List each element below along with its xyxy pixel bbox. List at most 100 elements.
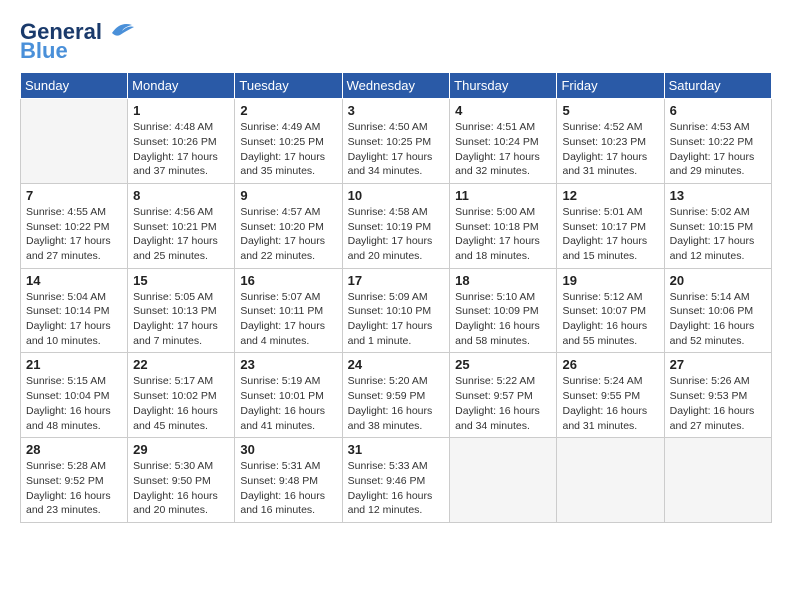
logo-bird-icon: [104, 19, 136, 41]
weekday-sunday: Sunday: [21, 73, 128, 99]
day-info: Sunrise: 5:19 AM Sunset: 10:01 PM Daylig…: [240, 374, 336, 433]
calendar-cell: 28 Sunrise: 5:28 AM Sunset: 9:52 PM Dayli…: [21, 438, 128, 523]
calendar-cell: 12 Sunrise: 5:01 AM Sunset: 10:17 PM Dayl…: [557, 183, 664, 268]
day-number: 15: [133, 273, 229, 288]
calendar-cell: 4 Sunrise: 4:51 AM Sunset: 10:24 PM Dayli…: [450, 99, 557, 184]
calendar-cell: 19 Sunrise: 5:12 AM Sunset: 10:07 PM Dayl…: [557, 268, 664, 353]
day-info: Sunrise: 5:09 AM Sunset: 10:10 PM Daylig…: [348, 290, 445, 349]
day-info: Sunrise: 5:30 AM Sunset: 9:50 PM Dayligh…: [133, 459, 229, 518]
day-info: Sunrise: 4:56 AM Sunset: 10:21 PM Daylig…: [133, 205, 229, 264]
day-info: Sunrise: 4:52 AM Sunset: 10:23 PM Daylig…: [562, 120, 658, 179]
day-info: Sunrise: 5:15 AM Sunset: 10:04 PM Daylig…: [26, 374, 122, 433]
week-row-5: 28 Sunrise: 5:28 AM Sunset: 9:52 PM Dayli…: [21, 438, 772, 523]
day-number: 6: [670, 103, 766, 118]
day-number: 16: [240, 273, 336, 288]
day-number: 3: [348, 103, 445, 118]
calendar-cell: 27 Sunrise: 5:26 AM Sunset: 9:53 PM Dayli…: [664, 353, 771, 438]
calendar-cell: 11Sunrise: 5:00 AM Sunset: 10:18 PM Dayl…: [450, 183, 557, 268]
day-number: 4: [455, 103, 551, 118]
calendar-cell: [557, 438, 664, 523]
calendar-cell: 29Sunrise: 5:30 AM Sunset: 9:50 PM Dayli…: [128, 438, 235, 523]
calendar-cell: 22Sunrise: 5:17 AM Sunset: 10:02 PM Dayl…: [128, 353, 235, 438]
day-info: Sunrise: 5:01 AM Sunset: 10:17 PM Daylig…: [562, 205, 658, 264]
day-info: Sunrise: 5:31 AM Sunset: 9:48 PM Dayligh…: [240, 459, 336, 518]
day-info: Sunrise: 4:58 AM Sunset: 10:19 PM Daylig…: [348, 205, 445, 264]
calendar-cell: 7Sunrise: 4:55 AM Sunset: 10:22 PM Dayli…: [21, 183, 128, 268]
page-header: General Blue: [20, 20, 772, 62]
calendar-cell: 9 Sunrise: 4:57 AM Sunset: 10:20 PM Dayli…: [235, 183, 342, 268]
calendar-cell: [664, 438, 771, 523]
calendar-cell: 30 Sunrise: 5:31 AM Sunset: 9:48 PM Dayli…: [235, 438, 342, 523]
day-number: 8: [133, 188, 229, 203]
weekday-tuesday: Tuesday: [235, 73, 342, 99]
week-row-2: 7Sunrise: 4:55 AM Sunset: 10:22 PM Dayli…: [21, 183, 772, 268]
calendar-cell: 1 Sunrise: 4:48 AM Sunset: 10:26 PM Dayli…: [128, 99, 235, 184]
day-number: 12: [562, 188, 658, 203]
calendar-cell: 20 Sunrise: 5:14 AM Sunset: 10:06 PM Dayl…: [664, 268, 771, 353]
day-info: Sunrise: 4:48 AM Sunset: 10:26 PM Daylig…: [133, 120, 229, 179]
day-info: Sunrise: 5:20 AM Sunset: 9:59 PM Dayligh…: [348, 374, 445, 433]
calendar-cell: 6Sunrise: 4:53 AM Sunset: 10:22 PM Dayli…: [664, 99, 771, 184]
calendar-cell: 16 Sunrise: 5:07 AM Sunset: 10:11 PM Dayl…: [235, 268, 342, 353]
calendar-cell: 23 Sunrise: 5:19 AM Sunset: 10:01 PM Dayl…: [235, 353, 342, 438]
day-number: 24: [348, 357, 445, 372]
day-info: Sunrise: 4:57 AM Sunset: 10:20 PM Daylig…: [240, 205, 336, 264]
calendar-cell: 5Sunrise: 4:52 AM Sunset: 10:23 PM Dayli…: [557, 99, 664, 184]
day-info: Sunrise: 4:55 AM Sunset: 10:22 PM Daylig…: [26, 205, 122, 264]
calendar-cell: 26 Sunrise: 5:24 AM Sunset: 9:55 PM Dayli…: [557, 353, 664, 438]
day-number: 2: [240, 103, 336, 118]
calendar-cell: 8 Sunrise: 4:56 AM Sunset: 10:21 PM Dayli…: [128, 183, 235, 268]
weekday-saturday: Saturday: [664, 73, 771, 99]
day-number: 28: [26, 442, 122, 457]
weekday-thursday: Thursday: [450, 73, 557, 99]
day-number: 17: [348, 273, 445, 288]
day-info: Sunrise: 5:24 AM Sunset: 9:55 PM Dayligh…: [562, 374, 658, 433]
logo: General Blue: [20, 20, 136, 62]
week-row-3: 14Sunrise: 5:04 AM Sunset: 10:14 PM Dayl…: [21, 268, 772, 353]
day-number: 1: [133, 103, 229, 118]
day-number: 23: [240, 357, 336, 372]
day-info: Sunrise: 5:14 AM Sunset: 10:06 PM Daylig…: [670, 290, 766, 349]
calendar-cell: 3Sunrise: 4:50 AM Sunset: 10:25 PM Dayli…: [342, 99, 450, 184]
day-info: Sunrise: 4:51 AM Sunset: 10:24 PM Daylig…: [455, 120, 551, 179]
day-info: Sunrise: 5:28 AM Sunset: 9:52 PM Dayligh…: [26, 459, 122, 518]
day-number: 25: [455, 357, 551, 372]
day-number: 10: [348, 188, 445, 203]
day-number: 31: [348, 442, 445, 457]
day-number: 27: [670, 357, 766, 372]
week-row-4: 21 Sunrise: 5:15 AM Sunset: 10:04 PM Dayl…: [21, 353, 772, 438]
calendar-cell: 18 Sunrise: 5:10 AM Sunset: 10:09 PM Dayl…: [450, 268, 557, 353]
day-info: Sunrise: 5:12 AM Sunset: 10:07 PM Daylig…: [562, 290, 658, 349]
calendar-body: 1 Sunrise: 4:48 AM Sunset: 10:26 PM Dayli…: [21, 99, 772, 523]
day-number: 26: [562, 357, 658, 372]
day-number: 14: [26, 273, 122, 288]
logo-blue: Blue: [20, 38, 68, 63]
calendar-cell: 25 Sunrise: 5:22 AM Sunset: 9:57 PM Dayli…: [450, 353, 557, 438]
day-number: 21: [26, 357, 122, 372]
calendar-cell: 14Sunrise: 5:04 AM Sunset: 10:14 PM Dayl…: [21, 268, 128, 353]
week-row-1: 1 Sunrise: 4:48 AM Sunset: 10:26 PM Dayli…: [21, 99, 772, 184]
day-info: Sunrise: 5:07 AM Sunset: 10:11 PM Daylig…: [240, 290, 336, 349]
day-info: Sunrise: 5:22 AM Sunset: 9:57 PM Dayligh…: [455, 374, 551, 433]
day-number: 19: [562, 273, 658, 288]
calendar-cell: 21 Sunrise: 5:15 AM Sunset: 10:04 PM Dayl…: [21, 353, 128, 438]
calendar-cell: 31Sunrise: 5:33 AM Sunset: 9:46 PM Dayli…: [342, 438, 450, 523]
day-number: 18: [455, 273, 551, 288]
weekday-monday: Monday: [128, 73, 235, 99]
day-number: 13: [670, 188, 766, 203]
calendar-cell: [450, 438, 557, 523]
calendar-cell: 2Sunrise: 4:49 AM Sunset: 10:25 PM Dayli…: [235, 99, 342, 184]
calendar-cell: 15 Sunrise: 5:05 AM Sunset: 10:13 PM Dayl…: [128, 268, 235, 353]
day-info: Sunrise: 5:00 AM Sunset: 10:18 PM Daylig…: [455, 205, 551, 264]
day-number: 30: [240, 442, 336, 457]
calendar-cell: 17 Sunrise: 5:09 AM Sunset: 10:10 PM Dayl…: [342, 268, 450, 353]
calendar-cell: [21, 99, 128, 184]
day-number: 20: [670, 273, 766, 288]
day-info: Sunrise: 5:05 AM Sunset: 10:13 PM Daylig…: [133, 290, 229, 349]
calendar-header: SundayMondayTuesdayWednesdayThursdayFrid…: [21, 73, 772, 99]
weekday-friday: Friday: [557, 73, 664, 99]
day-info: Sunrise: 5:26 AM Sunset: 9:53 PM Dayligh…: [670, 374, 766, 433]
day-info: Sunrise: 5:17 AM Sunset: 10:02 PM Daylig…: [133, 374, 229, 433]
day-number: 9: [240, 188, 336, 203]
day-info: Sunrise: 5:10 AM Sunset: 10:09 PM Daylig…: [455, 290, 551, 349]
